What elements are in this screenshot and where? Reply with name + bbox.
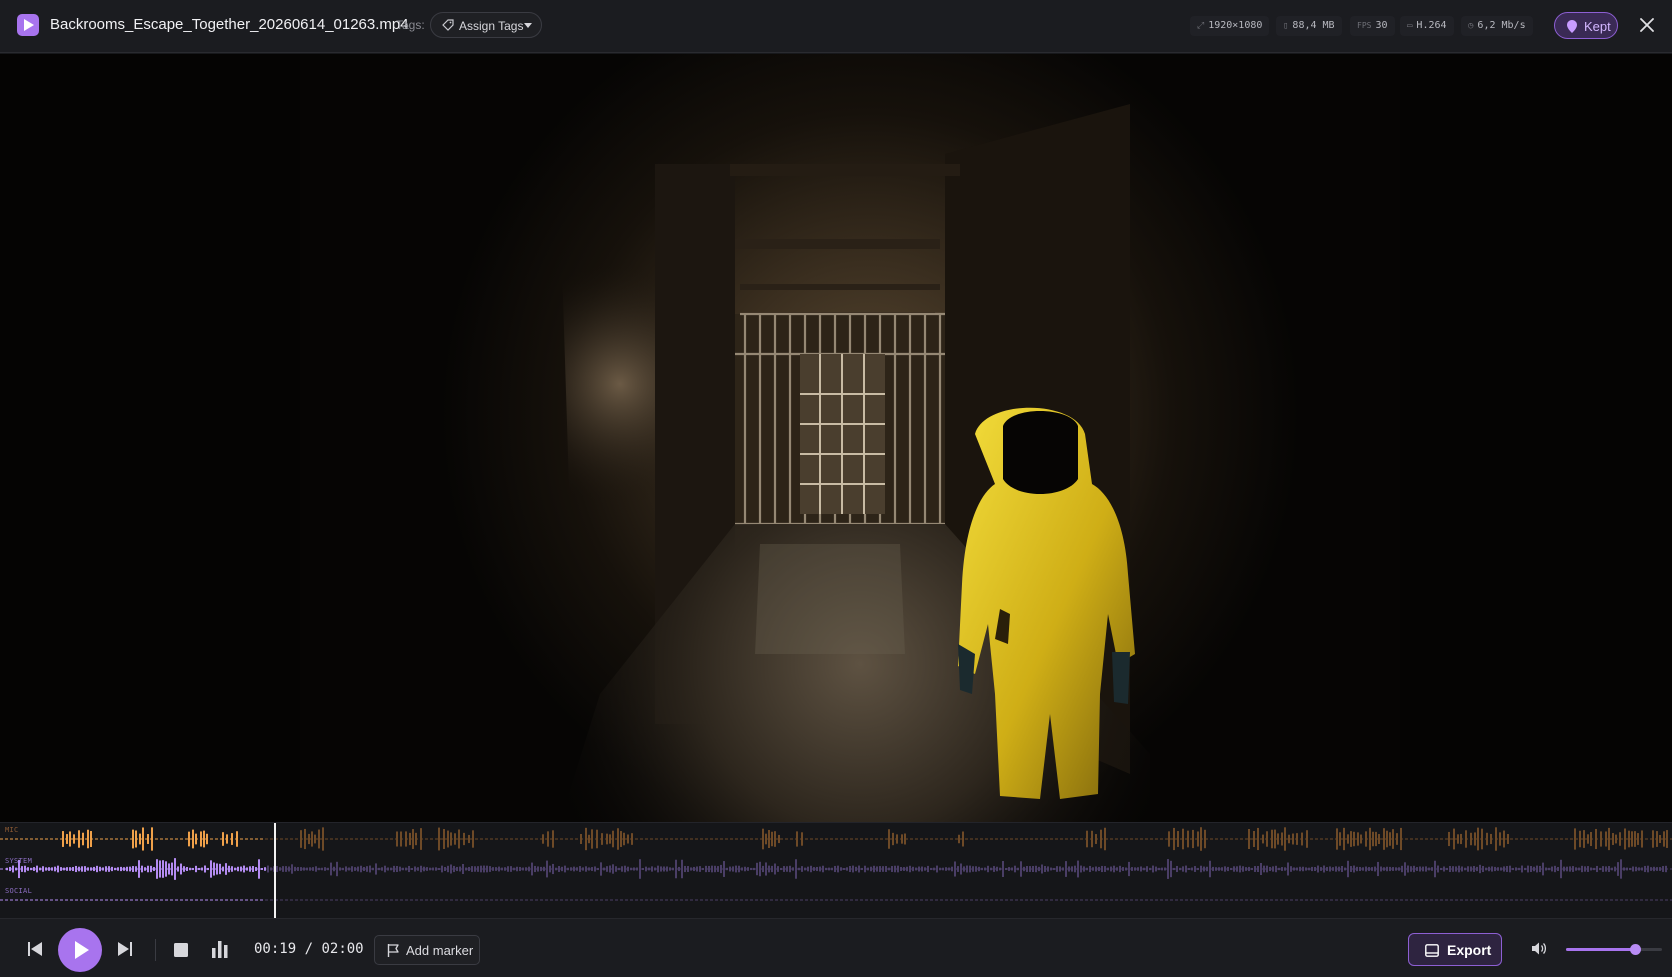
playhead[interactable] xyxy=(274,823,276,919)
system-track-label: SYSTEM xyxy=(5,857,33,865)
codec-icon: ▭ xyxy=(1407,21,1413,31)
close-button[interactable] xyxy=(1636,14,1658,36)
divider xyxy=(155,939,156,961)
volume-icon[interactable] xyxy=(1531,941,1547,956)
time-separator: / xyxy=(304,941,314,957)
kept-button[interactable]: Kept xyxy=(1554,12,1618,39)
time-current: 00:19 xyxy=(254,941,297,957)
video-viewport[interactable] xyxy=(0,54,1672,822)
skip-forward-icon[interactable] xyxy=(117,941,133,957)
export-label: Export xyxy=(1447,942,1492,958)
play-button[interactable] xyxy=(58,928,102,972)
time-total: 02:00 xyxy=(321,941,364,957)
fps-badge: FPS 30 xyxy=(1350,16,1395,36)
flag-icon xyxy=(387,944,399,957)
assign-tags-dropdown[interactable]: Assign Tags xyxy=(430,12,542,38)
close-icon xyxy=(1640,18,1654,32)
file-size-badge: ▯ 88,4 MB xyxy=(1276,16,1342,36)
skip-back-icon[interactable] xyxy=(27,941,43,957)
pin-icon xyxy=(1567,20,1577,33)
file-icon: ▯ xyxy=(1283,21,1289,31)
stop-icon[interactable] xyxy=(174,943,188,957)
file-title: Backrooms_Escape_Together_20260614_01263… xyxy=(50,16,409,33)
export-icon xyxy=(1425,944,1439,957)
file-size-value: 88,4 MB xyxy=(1292,20,1335,31)
timecode: 00:19 / 02:00 xyxy=(254,941,364,957)
add-marker-button[interactable]: Add marker xyxy=(374,935,480,965)
fps-value: 30 xyxy=(1375,20,1388,31)
audio-tracks[interactable]: MIC SYSTEM SOCIAL xyxy=(0,822,1672,919)
codec-badge: ▭ H.264 xyxy=(1400,16,1454,36)
caret-down-icon xyxy=(524,23,532,28)
social-track-label: SOCIAL xyxy=(5,887,33,895)
fps-label: FPS xyxy=(1357,21,1372,30)
waveforms[interactable] xyxy=(0,823,1672,919)
resolution-value: 1920×1080 xyxy=(1208,20,1263,31)
add-marker-label: Add marker xyxy=(406,943,474,958)
control-bar: 00:19 / 02:00 Add marker Export xyxy=(0,918,1672,977)
resolution-icon: ⤢ xyxy=(1197,21,1205,31)
waveform-toggle-icon[interactable] xyxy=(212,941,228,958)
export-button[interactable]: Export xyxy=(1408,933,1502,966)
tag-icon xyxy=(442,19,454,31)
tags-label: Tags: xyxy=(396,18,425,32)
volume-fill xyxy=(1566,948,1636,951)
top-bar: Backrooms_Escape_Together_20260614_01263… xyxy=(0,0,1672,53)
volume-thumb[interactable] xyxy=(1630,944,1642,955)
bitrate-value: 6,2 Mb/s xyxy=(1477,20,1526,31)
play-icon xyxy=(75,941,89,959)
assign-tags-label: Assign Tags xyxy=(459,19,524,33)
codec-value: H.264 xyxy=(1416,20,1447,31)
video-frame xyxy=(0,54,1672,822)
resolution-badge: ⤢ 1920×1080 xyxy=(1190,16,1270,36)
volume-slider[interactable] xyxy=(1566,944,1662,955)
bitrate-icon: ◷ xyxy=(1468,21,1474,31)
app-play-icon xyxy=(17,14,39,36)
kept-label: Kept xyxy=(1584,19,1611,34)
bitrate-badge: ◷ 6,2 Mb/s xyxy=(1461,16,1533,36)
mic-track-label: MIC xyxy=(5,826,19,834)
